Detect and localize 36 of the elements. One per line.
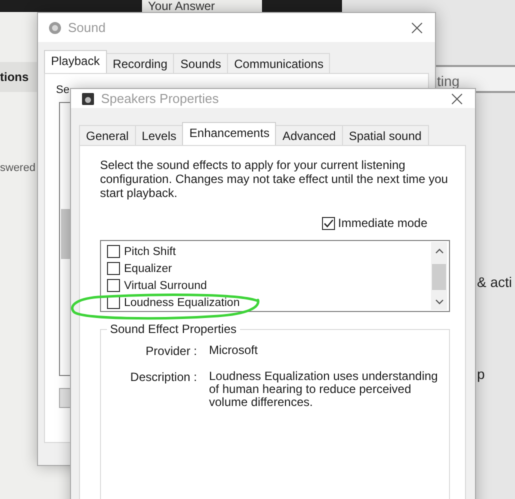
property-value: Loudness Equalization uses understanding of human hearing to reduce perceived volume differences. [209, 370, 439, 409]
tab[interactable]: Spatial sound [342, 125, 429, 145]
close-icon[interactable] [411, 22, 423, 34]
status-text: swered [0, 162, 36, 174]
close-icon[interactable] [451, 92, 463, 104]
checkbox[interactable] [107, 245, 120, 258]
tab[interactable]: Recording [106, 53, 174, 73]
page-heading: Your Answer [148, 0, 215, 13]
tab[interactable]: Communications [227, 53, 330, 73]
page-text: & acti [477, 274, 512, 290]
window-title: Speakers Properties [101, 91, 220, 106]
page-text: p [477, 366, 486, 382]
search-field[interactable]: ting [436, 65, 515, 93]
scroll-down-icon [434, 299, 444, 305]
property-value: Microsoft [209, 344, 259, 358]
tab[interactable]: Enhancements [182, 122, 276, 145]
checkbox[interactable] [107, 279, 120, 292]
tab[interactable]: General [79, 125, 136, 145]
checkbox[interactable] [107, 262, 120, 275]
effect-label: Equalizer [124, 262, 172, 274]
property-label: Provider : [144, 344, 197, 358]
scroll-up-icon [434, 248, 444, 254]
effect-label: Virtual Surround [124, 280, 207, 292]
instruction-text: Select the sound effects to apply for your current listening configuration. Changes may not take effect until the next time you start playback. [100, 158, 449, 200]
nav-item[interactable]: tions [0, 62, 37, 92]
window-title: Sound [68, 20, 107, 35]
checkbox-label: Immediate mode [338, 216, 428, 230]
checkbox[interactable] [322, 216, 335, 230]
tab[interactable]: Playback [44, 50, 107, 73]
instruction-text: Se [56, 84, 70, 96]
scroll-thumb[interactable] [432, 264, 446, 290]
group-title: Sound Effect Properties [107, 322, 240, 336]
effect-label: Loudness Equalization [124, 296, 240, 308]
scrollbar[interactable] [431, 242, 447, 310]
effect-label: Pitch Shift [124, 246, 176, 258]
property-label: Description : [129, 370, 197, 386]
